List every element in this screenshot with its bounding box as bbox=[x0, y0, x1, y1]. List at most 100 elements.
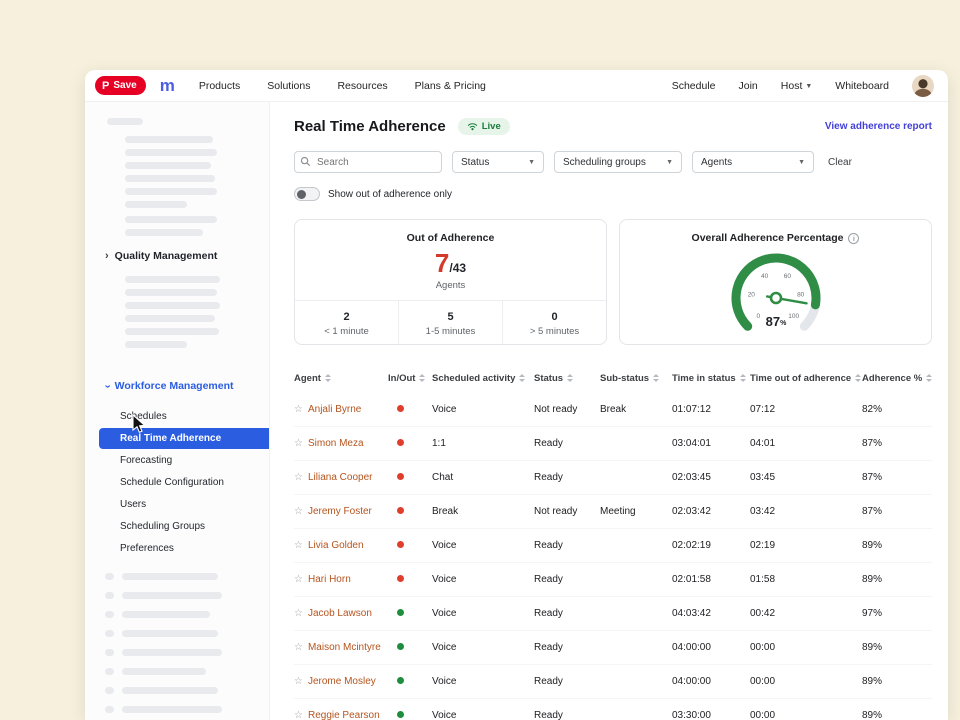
card-title: Overall Adherence Percentage bbox=[692, 232, 844, 244]
time-in-status-cell: 01:07:12 bbox=[672, 404, 750, 415]
time-in-status-cell: 04:00:00 bbox=[672, 676, 750, 687]
star-icon[interactable]: ☆ bbox=[294, 404, 303, 415]
search-input[interactable] bbox=[294, 151, 442, 173]
star-icon[interactable]: ☆ bbox=[294, 710, 303, 720]
agent-link[interactable]: Anjali Byrne bbox=[308, 404, 361, 415]
clear-filters-button[interactable]: Clear bbox=[828, 157, 852, 168]
time-in-status-cell: 02:03:42 bbox=[672, 506, 750, 517]
sidebar-item-users[interactable]: Users bbox=[85, 494, 269, 515]
agent-link[interactable]: Reggie Pearson bbox=[308, 710, 380, 720]
skeleton-bar bbox=[125, 216, 217, 223]
table-row[interactable]: ☆ Jeremy Foster Break Not ready Meeting … bbox=[294, 495, 932, 529]
sidebar-item-schedule-configuration[interactable]: Schedule Configuration bbox=[85, 472, 269, 493]
table-row[interactable]: ☆ Maison Mcintyre Voice Ready 04:00:00 0… bbox=[294, 631, 932, 665]
agent-link[interactable]: Jerome Mosley bbox=[308, 676, 376, 687]
sub-status-cell: Break bbox=[600, 404, 672, 415]
sidebar-item-quality-management[interactable]: › Quality Management bbox=[85, 244, 269, 268]
agent-link[interactable]: Liliana Cooper bbox=[308, 472, 373, 483]
star-icon[interactable]: ☆ bbox=[294, 540, 303, 551]
scheduling-groups-dropdown[interactable]: Scheduling groups ▼ bbox=[554, 151, 682, 173]
agents-dropdown[interactable]: Agents ▼ bbox=[692, 151, 814, 173]
sidebar-item-forecasting[interactable]: Forecasting bbox=[85, 450, 269, 471]
nav-item-solutions[interactable]: Solutions bbox=[267, 80, 310, 92]
table-row[interactable]: ☆ Jacob Lawson Voice Ready 04:03:42 00:4… bbox=[294, 597, 932, 631]
table-row[interactable]: ☆ Hari Horn Voice Ready 02:01:58 01:58 8… bbox=[294, 563, 932, 597]
sidebar-item-workforce-management[interactable]: › Workforce Management bbox=[85, 374, 269, 398]
adherence-breakdown: 2 < 1 minute 5 1-5 minutes 0 > 5 minutes bbox=[295, 300, 606, 345]
agent-link[interactable]: Maison Mcintyre bbox=[308, 642, 381, 653]
column-header[interactable]: Sub-status bbox=[600, 373, 672, 384]
sidebar-item-preferences[interactable]: Preferences bbox=[85, 538, 269, 559]
table-header-row: Agent In/Out Scheduled activity Status S… bbox=[294, 363, 932, 393]
time-out-of-adherence-cell: 00:42 bbox=[750, 608, 862, 619]
status-cell: Ready bbox=[534, 710, 600, 720]
table-row[interactable]: ☆ Livia Golden Voice Ready 02:02:19 02:1… bbox=[294, 529, 932, 563]
column-header[interactable]: Adherence % bbox=[862, 373, 932, 384]
column-header[interactable]: Time out of adherence bbox=[750, 373, 862, 384]
column-header[interactable]: Status bbox=[534, 373, 600, 384]
agent-link[interactable]: Jacob Lawson bbox=[308, 608, 372, 619]
scheduled-activity-cell: 1:1 bbox=[432, 438, 534, 449]
table-row[interactable]: ☆ Simon Meza 1:1 Ready 03:04:01 04:01 87… bbox=[294, 427, 932, 461]
chevron-down-icon: ▼ bbox=[805, 83, 812, 90]
star-icon[interactable]: ☆ bbox=[294, 472, 303, 483]
time-in-status-cell: 04:03:42 bbox=[672, 608, 750, 619]
column-header[interactable]: In/Out bbox=[388, 373, 432, 384]
inout-status-dot bbox=[397, 507, 404, 514]
column-header[interactable]: Agent bbox=[294, 373, 388, 384]
gauge-value-text: 87% bbox=[765, 314, 786, 329]
overall-adherence-card: Overall Adherence Percentage i 020406080… bbox=[619, 219, 932, 345]
nav-item-whiteboard[interactable]: Whiteboard bbox=[835, 80, 889, 92]
nav-item-host[interactable]: Host▼ bbox=[781, 80, 813, 92]
nav-item-join[interactable]: Join bbox=[739, 80, 758, 92]
table-row[interactable]: ☆ Liliana Cooper Chat Ready 02:03:45 03:… bbox=[294, 461, 932, 495]
nav-item-resources[interactable]: Resources bbox=[337, 80, 387, 92]
info-icon[interactable]: i bbox=[848, 233, 859, 244]
pinterest-save-button[interactable]: P Save bbox=[95, 76, 146, 95]
adherence-gauge: 020406080100 87% bbox=[691, 244, 861, 344]
view-adherence-report-link[interactable]: View adherence report bbox=[825, 121, 932, 132]
sidebar-item-real-time-adherence[interactable]: Real Time Adherence bbox=[99, 428, 269, 449]
skeleton-row bbox=[105, 630, 269, 637]
skeleton-bar bbox=[125, 289, 217, 296]
star-icon[interactable]: ☆ bbox=[294, 608, 303, 619]
time-in-status-cell: 02:01:58 bbox=[672, 574, 750, 585]
toggle-label: Show out of adherence only bbox=[328, 189, 452, 200]
nav-item-products[interactable]: Products bbox=[199, 80, 240, 92]
agent-link[interactable]: Livia Golden bbox=[308, 540, 364, 551]
scheduled-activity-cell: Voice bbox=[432, 404, 534, 415]
gauge-hub bbox=[771, 293, 781, 303]
avatar[interactable] bbox=[912, 75, 934, 97]
adherence-cell: 87% bbox=[862, 472, 932, 483]
star-icon[interactable]: ☆ bbox=[294, 438, 303, 449]
skeleton-bar bbox=[107, 118, 143, 125]
column-header[interactable]: Scheduled activity bbox=[432, 373, 534, 384]
column-header[interactable]: Time in status bbox=[672, 373, 750, 384]
agent-link[interactable]: Jeremy Foster bbox=[308, 506, 372, 517]
app-logo[interactable]: m bbox=[160, 77, 175, 94]
nav-item-schedule[interactable]: Schedule bbox=[672, 80, 716, 92]
agent-link[interactable]: Simon Meza bbox=[308, 438, 364, 449]
live-badge: Live bbox=[458, 118, 510, 135]
out-of-adherence-toggle[interactable] bbox=[294, 187, 320, 201]
card-title: Out of Adherence bbox=[295, 232, 606, 244]
nav-left: Products Solutions Resources Plans & Pri… bbox=[199, 80, 486, 92]
status-dropdown[interactable]: Status ▼ bbox=[452, 151, 544, 173]
table-row[interactable]: ☆ Jerome Mosley Voice Ready 04:00:00 00:… bbox=[294, 665, 932, 699]
nav-item-plans-pricing[interactable]: Plans & Pricing bbox=[415, 80, 486, 92]
adherence-cell: 87% bbox=[862, 438, 932, 449]
sidebar-item-scheduling-groups[interactable]: Scheduling Groups bbox=[85, 516, 269, 537]
star-icon[interactable]: ☆ bbox=[294, 506, 303, 517]
star-icon[interactable]: ☆ bbox=[294, 642, 303, 653]
table-row[interactable]: ☆ Reggie Pearson Voice Ready 03:30:00 00… bbox=[294, 699, 932, 720]
table-row[interactable]: ☆ Anjali Byrne Voice Not ready Break 01:… bbox=[294, 393, 932, 427]
sidebar-item-schedules[interactable]: Schedules bbox=[85, 406, 269, 427]
star-icon[interactable]: ☆ bbox=[294, 676, 303, 687]
time-out-of-adherence-cell: 04:01 bbox=[750, 438, 862, 449]
time-out-of-adherence-cell: 03:42 bbox=[750, 506, 862, 517]
agent-link[interactable]: Hari Horn bbox=[308, 574, 351, 585]
search-box bbox=[294, 151, 442, 173]
skeleton-bar bbox=[125, 315, 215, 322]
status-cell: Ready bbox=[534, 676, 600, 687]
star-icon[interactable]: ☆ bbox=[294, 574, 303, 585]
